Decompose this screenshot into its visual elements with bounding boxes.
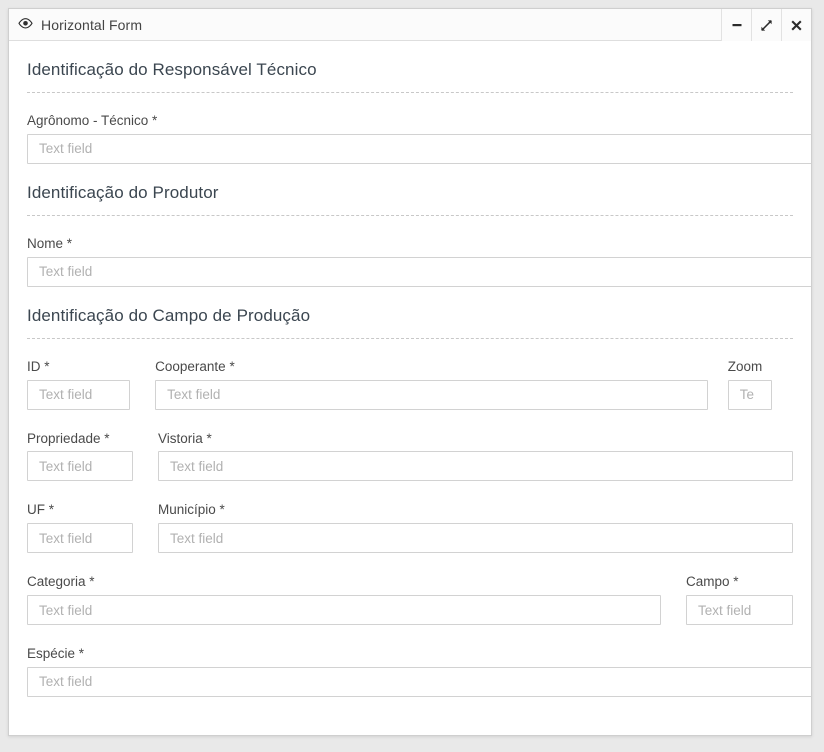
close-icon — [791, 19, 802, 31]
field-label-municipio: Município * — [158, 502, 225, 518]
eye-icon — [18, 18, 33, 31]
field-group-propriedade: Propriedade * — [27, 430, 133, 482]
field-label-categoria: Categoria * — [27, 574, 95, 590]
window-controls — [721, 9, 811, 41]
section-campo-producao: Identificação do Campo de Produção ID * … — [27, 287, 811, 697]
field-group-zoom: Zoom — [727, 358, 793, 410]
input-campo[interactable] — [686, 595, 793, 626]
input-uf[interactable] — [27, 523, 133, 554]
field-label-vistoria: Vistoria * — [158, 430, 212, 446]
window-title: Horizontal Form — [41, 16, 143, 33]
field-group-municipio: Município * — [158, 502, 793, 554]
section-responsavel-tecnico: Identificação do Responsável Técnico Agr… — [27, 41, 811, 164]
close-button[interactable] — [781, 9, 811, 41]
form-row-categoria-campo: Categoria * Campo * — [27, 574, 793, 626]
field-label-propriedade: Propriedade * — [27, 430, 110, 446]
section-produtor: Identificação do Produtor Nome * — [27, 164, 811, 287]
form-row-especie: Espécie * — [27, 646, 811, 697]
field-label-nome: Nome * — [27, 235, 73, 251]
form-window: Horizontal Form Identificação do Respons… — [8, 8, 812, 736]
field-label-zoom: Zoom — [727, 358, 763, 374]
expand-button[interactable] — [751, 9, 781, 41]
input-especie[interactable] — [27, 666, 811, 697]
input-vistoria[interactable] — [158, 451, 793, 482]
field-label-id: ID * — [27, 358, 50, 374]
field-label-especie: Espécie * — [27, 646, 85, 662]
input-id[interactable] — [27, 379, 131, 410]
section-title: Identificação do Responsável Técnico — [27, 60, 317, 79]
section-title: Identificação do Campo de Produção — [27, 305, 311, 325]
field-group-nome: Nome * — [27, 235, 811, 287]
input-agronomo-tecnico[interactable] — [27, 133, 811, 164]
field-label-campo: Campo * — [686, 574, 739, 590]
minimize-icon — [732, 24, 741, 27]
field-group-agronomo-tecnico: Agrônomo - Técnico * — [27, 113, 811, 164]
section-title: Identificação do Produtor — [27, 182, 219, 202]
section-divider — [27, 92, 793, 93]
form-body: Identificação do Responsável Técnico Agr… — [9, 41, 811, 735]
input-propriedade[interactable] — [27, 451, 133, 482]
field-group-categoria: Categoria * — [27, 574, 662, 626]
expand-icon — [761, 19, 772, 31]
field-label-agronomo-tecnico: Agrônomo - Técnico * — [27, 113, 158, 128]
form-row-uf-municipio: UF * Município * — [27, 502, 793, 554]
form-row-propriedade-vistoria: Propriedade * Vistoria * — [27, 430, 793, 482]
input-municipio[interactable] — [158, 523, 793, 554]
input-nome[interactable] — [27, 256, 811, 287]
input-zoom[interactable] — [727, 379, 772, 410]
section-divider — [27, 214, 793, 216]
field-group-id: ID * — [27, 358, 131, 410]
field-group-cooperante: Cooperante * — [155, 358, 708, 410]
field-label-uf: UF * — [27, 502, 54, 518]
input-cooperante[interactable] — [155, 379, 708, 410]
window-titlebar: Horizontal Form — [9, 9, 811, 41]
field-group-uf: UF * — [27, 502, 133, 554]
field-group-campo: Campo * — [686, 574, 793, 626]
field-group-vistoria: Vistoria * — [158, 430, 793, 482]
minimize-button[interactable] — [721, 9, 751, 41]
section-divider — [27, 337, 793, 339]
input-categoria[interactable] — [27, 595, 662, 626]
field-label-cooperante: Cooperante * — [155, 358, 235, 374]
form-row-id-cooperante-zoom: ID * Cooperante * Zoom — [27, 358, 793, 410]
